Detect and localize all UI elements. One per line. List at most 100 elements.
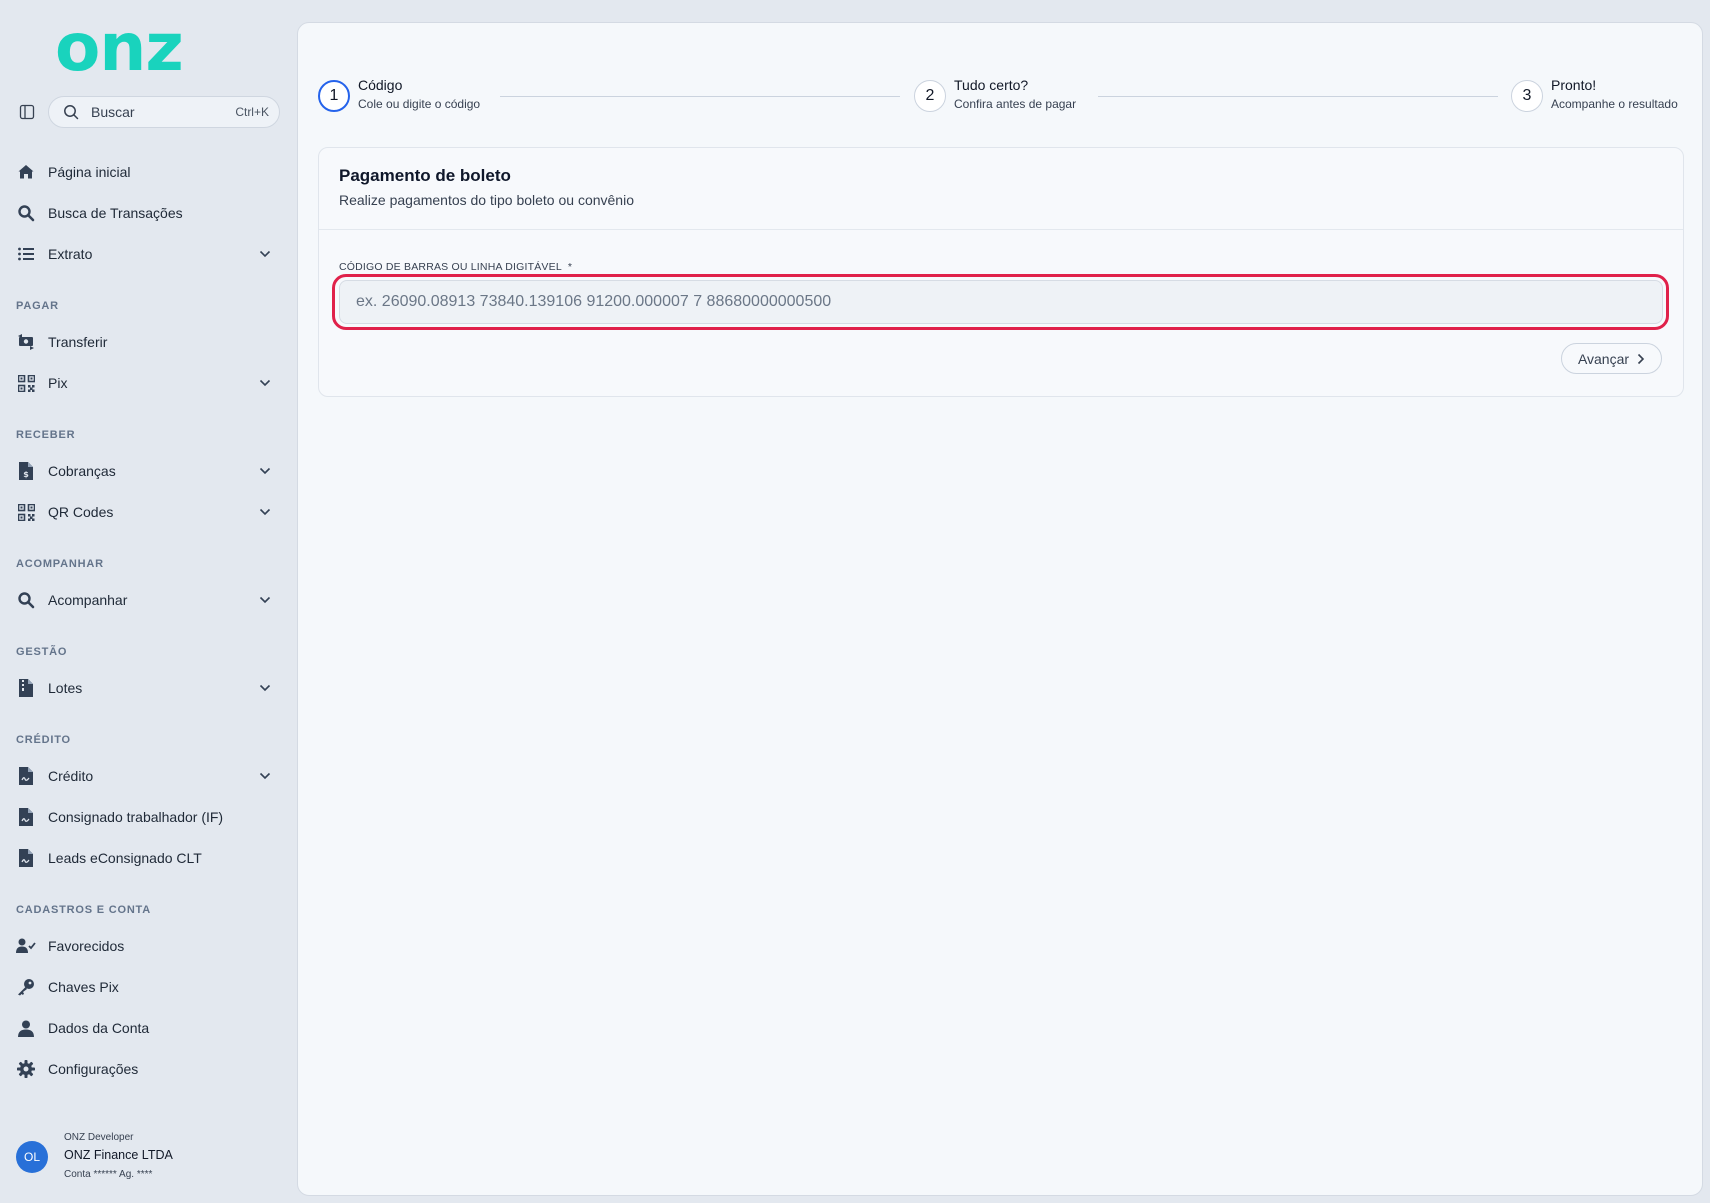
sidebar-item-label: Lotes [48,680,83,696]
sidebar-item-label: Dados da Conta [48,1020,150,1036]
search-label: Buscar [91,104,135,120]
gear-icon [16,1059,36,1079]
step-number: 1 [318,80,350,112]
sidebar-item-label: Crédito [48,768,94,784]
svg-text:$: $ [23,470,29,479]
list-icon [16,244,36,264]
search-icon [16,590,36,610]
sidebar-item-credito[interactable]: Crédito [16,761,280,791]
sidebar-item-lotes[interactable]: Lotes [16,673,280,703]
sidebar-item-cobrancas[interactable]: $ Cobranças [16,456,280,486]
card-subtitle: Realize pagamentos do tipo boleto ou con… [339,192,634,208]
file-zip-icon [16,678,36,698]
sidebar-item-label: Configurações [48,1061,139,1077]
chevron-down-icon[interactable] [258,505,272,519]
user-account-menu[interactable]: OL ONZ Developer ONZ Finance LTDA Conta … [16,1128,276,1184]
step-connector [500,96,900,97]
file-signature-icon [16,766,36,786]
chevron-down-icon[interactable] [258,376,272,390]
step-connector [1098,96,1498,97]
sidebar-item-label: Chaves Pix [48,979,119,995]
section-label-cadastros: CADASTROS E CONTA [16,904,152,916]
user-account-number: Conta ****** Ag. **** [64,1169,153,1180]
sidebar-toolbar: Buscar Ctrl+K [16,96,280,128]
sidebar-item-leads-econsignado[interactable]: Leads eConsignado CLT [16,843,280,873]
step-number: 3 [1511,80,1543,112]
next-button-label: Avançar [1577,350,1630,367]
payment-stepper: 1 Código Cole ou digite o código 2 Tudo … [318,77,1684,117]
step-subtitle: Cole ou digite o código [358,97,481,111]
search-icon [16,203,36,223]
step-subtitle: Acompanhe o resultado [1551,97,1678,111]
sidebar-item-qr-codes[interactable]: QR Codes [16,497,280,527]
card-title: Pagamento de boleto [339,166,511,185]
user-check-icon [16,936,36,956]
step-title: Pronto! [1551,77,1597,93]
sidebar: onz Buscar Ctrl+K Página inicial Busca d… [0,0,297,1203]
key-icon [16,977,36,997]
sidebar-item-consignado-trabalhador[interactable]: Consignado trabalhador (IF) [16,802,280,832]
user-icon [16,1018,36,1038]
sidebar-item-chaves-pix[interactable]: Chaves Pix [16,972,280,1002]
file-signature-icon [16,848,36,868]
sidebar-item-favorecidos[interactable]: Favorecidos [16,931,280,961]
next-button[interactable]: Avançar [1561,343,1662,374]
sidebar-item-label: Extrato [48,246,93,262]
money-transfer-icon [16,332,36,352]
home-icon [16,162,36,182]
required-mark: * [567,261,573,273]
qr-code-icon [16,373,36,393]
sidebar-toggle-icon[interactable] [18,103,36,121]
sidebar-item-label: Busca de Transações [48,205,183,221]
onz-logo[interactable]: onz [55,15,237,81]
sidebar-item-dados-da-conta[interactable]: Dados da Conta [16,1013,280,1043]
chevron-right-icon [1637,353,1645,365]
step-subtitle: Confira antes de pagar [954,97,1077,111]
qr-code-icon [16,502,36,522]
sidebar-item-label: QR Codes [48,504,114,520]
sidebar-item-transaction-search[interactable]: Busca de Transações [16,198,280,228]
user-role: ONZ Developer [64,1132,134,1143]
sidebar-item-transferir[interactable]: Transferir [16,327,280,357]
sidebar-item-label: Favorecidos [48,938,125,954]
chevron-down-icon[interactable] [258,464,272,478]
sidebar-item-label: Consignado trabalhador (IF) [48,809,224,825]
search-icon [63,104,79,120]
sidebar-item-label: Página inicial [48,164,131,180]
section-label-acompanhar: ACOMPANHAR [16,558,104,570]
chevron-down-icon[interactable] [258,769,272,783]
sidebar-item-acompanhar[interactable]: Acompanhar [16,585,280,615]
sidebar-item-label: Transferir [48,334,108,350]
sidebar-item-configuracoes[interactable]: Configurações [16,1054,280,1084]
section-label-pagar: PAGAR [16,300,59,312]
chevron-down-icon[interactable] [258,593,272,607]
sidebar-item-label: Acompanhar [48,592,128,608]
user-company: ONZ Finance LTDA [64,1148,173,1162]
sidebar-item-label: Cobranças [48,463,116,479]
barcode-input[interactable] [339,280,1663,324]
main-panel: 1 Código Cole ou digite o código 2 Tudo … [297,22,1703,1196]
logo-text: onz [55,9,184,86]
search-input[interactable]: Buscar Ctrl+K [48,96,280,128]
sidebar-item-label: Leads eConsignado CLT [48,850,202,866]
file-signature-icon [16,807,36,827]
sidebar-item-pix[interactable]: Pix [16,368,280,398]
step-title: Tudo certo? [954,77,1029,93]
chevron-down-icon[interactable] [258,247,272,261]
boleto-payment-card: Pagamento de boleto Realize pagamentos d… [318,147,1684,397]
barcode-field-label: CÓDIGO DE BARRAS OU LINHA DIGITÁVEL * [339,261,572,273]
step-number: 2 [914,80,946,112]
step-title: Código [358,77,403,93]
section-label-gestao: GESTÃO [16,646,68,658]
avatar: OL [16,1141,48,1173]
invoice-dollar-icon: $ [16,461,36,481]
section-label-receber: RECEBER [16,429,76,441]
sidebar-item-extrato[interactable]: Extrato [16,239,280,269]
section-label-credito: CRÉDITO [16,734,71,746]
divider [319,229,1683,230]
chevron-down-icon[interactable] [258,681,272,695]
sidebar-item-label: Pix [48,375,68,391]
barcode-field-label-text: CÓDIGO DE BARRAS OU LINHA DIGITÁVEL [339,261,562,273]
search-shortcut: Ctrl+K [235,105,269,119]
sidebar-item-home[interactable]: Página inicial [16,157,280,187]
